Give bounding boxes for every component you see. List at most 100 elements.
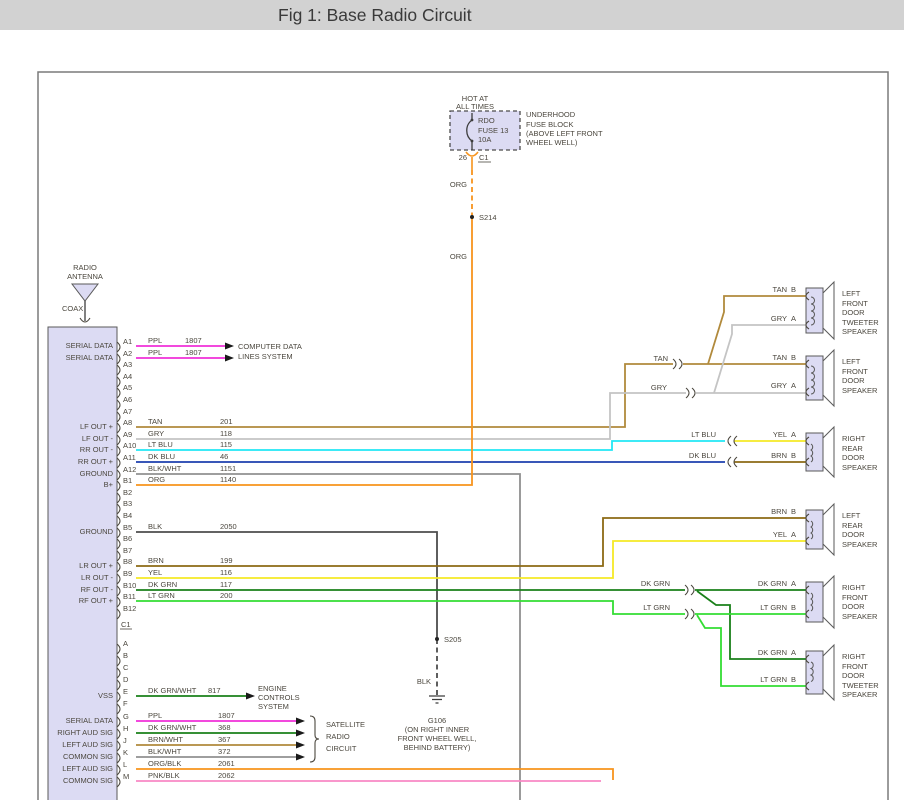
figure-title: Fig 1: Base Radio Circuit	[278, 5, 472, 25]
pin-letter: B	[791, 451, 796, 460]
pin-label: B2	[123, 488, 132, 497]
satellite-radio-label: CIRCUIT	[326, 744, 357, 753]
splice-s214-label: S214	[479, 213, 497, 222]
circuit-number: 201	[220, 417, 233, 426]
speaker-name-line: LEFT	[842, 511, 861, 520]
wire-color-label: DK BLU	[689, 451, 716, 460]
satellite-radio-label: SATELLITE	[326, 720, 365, 729]
row-label: COMMON SIG	[63, 776, 113, 785]
pin-label: A	[123, 639, 128, 648]
pin-label: F	[123, 699, 128, 708]
circuit-number: 199	[220, 556, 233, 565]
row-label: SERIAL DATA	[66, 716, 113, 725]
circuit-number: 115	[220, 440, 232, 449]
wire-color-label: ORG/BLK	[148, 759, 181, 768]
row-label: LF OUT +	[80, 422, 114, 431]
row-label: LEFT AUD SIG	[62, 740, 113, 749]
speaker-name-line: SPEAKER	[842, 386, 878, 395]
ground-location-line: BEHIND BATTERY)	[404, 743, 471, 752]
pin-letter: B	[791, 353, 796, 362]
wire-color-label: PPL	[148, 348, 162, 357]
row-label: LEFT AUD SIG	[62, 764, 113, 773]
wire-color-label: LT GRN	[760, 675, 787, 684]
speaker-magnet	[806, 651, 823, 694]
speaker-name-line: SPEAKER	[842, 612, 878, 621]
wire-color-label: DK GRN	[758, 579, 787, 588]
pin-label: B11	[123, 592, 136, 601]
wire-color-label: BLK/WHT	[148, 747, 182, 756]
circuit-number: 1151	[220, 464, 236, 473]
pin-label: B3	[123, 499, 132, 508]
wire-color-label: ORG	[148, 475, 165, 484]
circuit-number: 200	[220, 591, 233, 600]
org-wire-label-1: ORG	[450, 180, 467, 189]
coax-label: COAX	[62, 304, 83, 313]
wire-color-label: BRN	[148, 556, 164, 565]
engine-controls-label: CONTROLS	[258, 693, 300, 702]
speaker-name-line: FRONT	[842, 367, 868, 376]
pin-label: A12	[123, 465, 136, 474]
pin-label: M	[123, 772, 129, 781]
antenna-label-line: RADIO	[73, 263, 97, 272]
pin-label: B4	[123, 511, 132, 520]
pin-letter: A	[791, 648, 796, 657]
speaker-magnet	[806, 510, 823, 549]
row-label: LR OUT +	[79, 561, 113, 570]
pin-label: A10	[123, 441, 136, 450]
fuse-terminal-dot	[471, 140, 474, 143]
circuit-number: 372	[218, 747, 231, 756]
wire-color-label: TAN	[773, 353, 787, 362]
wire-color-label: TAN	[773, 285, 787, 294]
speaker-name-line: SPEAKER	[842, 690, 878, 699]
circuit-number: 368	[218, 723, 231, 732]
speaker-name-line: LEFT	[842, 289, 861, 298]
speaker-name-line: DOOR	[842, 453, 865, 462]
circuit-number: 817	[208, 686, 221, 695]
circuit-number: 116	[220, 568, 232, 577]
pin-label: A9	[123, 430, 132, 439]
splice-s205-dot	[435, 637, 439, 641]
splice-s214-dot	[470, 215, 474, 219]
pin-label: C	[123, 663, 129, 672]
row-label: RIGHT AUD SIG	[57, 728, 113, 737]
engine-controls-label: SYSTEM	[258, 702, 289, 711]
pin-label: A5	[123, 383, 132, 392]
row-label: SERIAL DATA	[66, 341, 113, 350]
wire-color-label: PPL	[148, 711, 162, 720]
pin-label: G	[123, 712, 129, 721]
row-label: B+	[104, 480, 114, 489]
speaker-name-line: SPEAKER	[842, 327, 878, 336]
speaker-name-line: DOOR	[842, 308, 865, 317]
pin-label: D	[123, 675, 129, 684]
circuit-number: 2061	[218, 759, 235, 768]
wire-color-label: BLK/WHT	[148, 464, 182, 473]
fuse-connector-label: C1	[479, 153, 489, 162]
pin-label: A2	[123, 349, 132, 358]
speaker-name-line: TWEETER	[842, 681, 879, 690]
pin-label: H	[123, 724, 128, 733]
engine-controls-label: ENGINE	[258, 684, 287, 693]
pin-label: A4	[123, 372, 132, 381]
title-bar: Fig 1: Base Radio Circuit	[0, 0, 904, 30]
speaker-name-line: SPEAKER	[842, 540, 878, 549]
wire-color-label: GRY	[148, 429, 164, 438]
base-radio-circuit-diagram: Fig 1: Base Radio Circuit	[0, 0, 904, 800]
circuit-number: 367	[218, 735, 231, 744]
speaker-name-line: REAR	[842, 444, 863, 453]
row-label: GROUND	[80, 527, 114, 536]
speaker-name-line: REAR	[842, 521, 863, 530]
fuse-name-line: RDO	[478, 116, 495, 125]
pin-label: B5	[123, 523, 132, 532]
speaker-name-line: TWEETER	[842, 318, 879, 327]
pin-label: B10	[123, 581, 136, 590]
pin-label: K	[123, 748, 128, 757]
pin-label: B8	[123, 557, 132, 566]
wire-color-label: DK BLU	[148, 452, 175, 461]
computer-data-label: LINES SYSTEM	[238, 352, 293, 361]
connector-c1-label: C1	[121, 620, 131, 629]
org-wire-label-2: ORG	[450, 252, 467, 261]
pin-label: J	[123, 736, 127, 745]
wire-color-label: YEL	[148, 568, 162, 577]
wire-color-label: YEL	[773, 430, 787, 439]
row-label: VSS	[98, 691, 113, 700]
